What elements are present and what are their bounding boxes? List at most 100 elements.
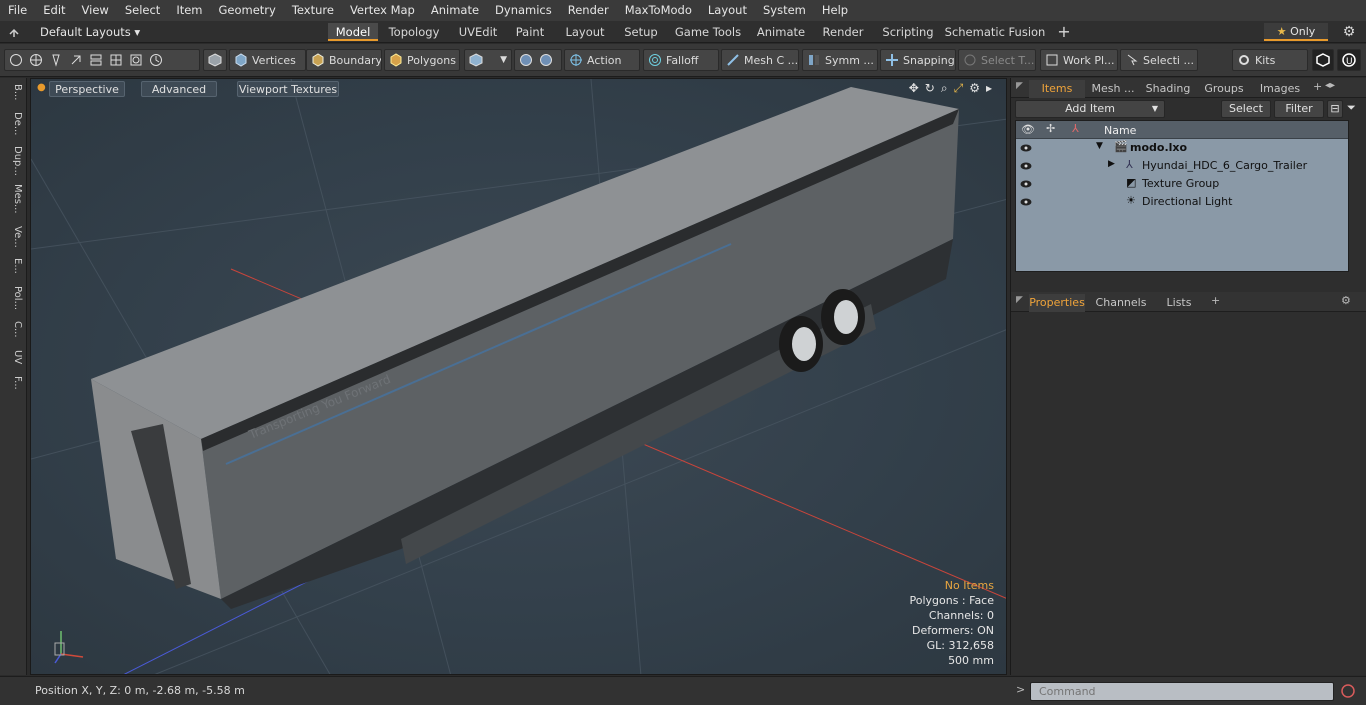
fit-icon[interactable]: ⤢ <box>954 81 964 96</box>
viewport-menu-arrow-icon[interactable]: ▸ <box>986 81 992 96</box>
symmetry-button[interactable]: Symm ... <box>802 49 878 71</box>
menu-help[interactable]: Help <box>814 0 856 21</box>
menu-texture[interactable]: Texture <box>284 0 342 21</box>
record-icon[interactable] <box>1340 683 1356 699</box>
tab-channels[interactable]: Channels <box>1091 294 1151 312</box>
eye-icon[interactable] <box>1020 160 1032 172</box>
add-panel-tab-icon[interactable]: + <box>1211 294 1220 307</box>
unity-button[interactable] <box>1312 49 1334 71</box>
grid-icon[interactable] <box>109 53 123 67</box>
tab-properties[interactable]: Properties <box>1029 294 1085 312</box>
snapping-button[interactable]: Snapping <box>880 49 956 71</box>
zoom-icon[interactable]: ⌕ <box>941 81 948 96</box>
list-options-icon[interactable]: ⊟ <box>1327 100 1343 118</box>
advanced-button[interactable]: Advanced <box>141 81 217 97</box>
eye-icon[interactable] <box>1020 142 1032 154</box>
rotate-icon[interactable]: ↻ <box>925 81 935 96</box>
filter-button[interactable]: Filter <box>1274 100 1324 118</box>
left-tab-curve[interactable]: C... <box>3 321 23 338</box>
layouts-selector[interactable]: Default Layouts ▾ <box>0 21 140 43</box>
globe-icon[interactable] <box>29 53 43 67</box>
menu-animate[interactable]: Animate <box>423 0 487 21</box>
left-tab-fusion[interactable]: F... <box>3 376 23 390</box>
name-column-header[interactable]: Name <box>1104 124 1136 137</box>
menu-system[interactable]: System <box>755 0 814 21</box>
menu-view[interactable]: View <box>74 0 117 21</box>
item-mode-button[interactable] <box>203 49 227 71</box>
layers-icon[interactable] <box>89 53 103 67</box>
tab-uvedit[interactable]: UVEdit <box>450 23 506 41</box>
list-item-scene[interactable]: ▼ 🎬 modo.lxo <box>1016 139 1348 157</box>
list-item-texture-group[interactable]: ◩ Texture Group <box>1016 175 1348 193</box>
tab-topology[interactable]: Topology <box>381 23 447 41</box>
boundary-button[interactable]: Boundary <box>306 49 382 71</box>
list-item-mesh[interactable]: ▶ ⅄ Hyundai_HDC_6_Cargo_Trailer <box>1016 157 1348 175</box>
only-toggle[interactable]: ★ Only <box>1264 23 1328 41</box>
add-panel-tab-icon[interactable]: + <box>1313 80 1322 93</box>
tab-layout[interactable]: Layout <box>554 23 616 41</box>
add-item-button[interactable]: Add Item ▼ <box>1015 100 1165 118</box>
eye-icon[interactable] <box>1020 178 1032 190</box>
add-tab-icon[interactable]: + <box>1054 23 1074 41</box>
sym-b-icon[interactable] <box>539 53 553 67</box>
tab-render[interactable]: Render <box>812 23 874 41</box>
tab-paint[interactable]: Paint <box>509 23 551 41</box>
menu-geometry[interactable]: Geometry <box>211 0 284 21</box>
list-item-light[interactable]: ☀ Directional Light <box>1016 193 1348 211</box>
viewport-textures-button[interactable]: Viewport Textures <box>237 81 339 97</box>
lasso-icon[interactable] <box>69 53 83 67</box>
material-mode-button[interactable]: ▼ <box>464 49 512 71</box>
visibility-col-icon[interactable]: 👁 <box>1021 123 1035 136</box>
panel-more-icon[interactable]: ◂▸ <box>1325 80 1335 91</box>
left-tab-deform[interactable]: De... <box>3 112 23 135</box>
tab-setup[interactable]: Setup <box>619 23 663 41</box>
tab-items[interactable]: Items <box>1029 80 1085 98</box>
tab-scripting[interactable]: Scripting <box>877 23 939 41</box>
command-input[interactable] <box>1030 682 1334 701</box>
circle-select-icon[interactable] <box>9 53 23 67</box>
left-tab-edge[interactable]: E... <box>3 258 23 274</box>
sym-a-icon[interactable] <box>519 53 533 67</box>
gear-icon[interactable]: ⚙ <box>1340 23 1358 41</box>
left-tab-polygon[interactable]: Pol... <box>3 286 23 310</box>
lock-col-icon[interactable]: ✢ <box>1046 122 1055 135</box>
square-select-icon[interactable] <box>129 53 143 67</box>
menu-select[interactable]: Select <box>117 0 168 21</box>
left-tab-uv[interactable]: UV <box>3 350 23 364</box>
funnel-icon[interactable]: ⏷ <box>1347 101 1356 115</box>
menu-file[interactable]: File <box>0 0 35 21</box>
type-col-icon[interactable]: ⅄ <box>1072 122 1079 135</box>
tab-game-tools[interactable]: Game Tools <box>666 23 750 41</box>
action-center-button[interactable]: Action <box>564 49 640 71</box>
mesh-constraints-button[interactable]: Mesh C ... <box>721 49 799 71</box>
selection-sets-button[interactable]: Selecti ... <box>1120 49 1198 71</box>
expand-arrow-icon[interactable]: ▼ <box>1096 141 1103 151</box>
left-tab-duplicate[interactable]: Dup... <box>3 146 23 176</box>
select-button[interactable]: Select <box>1221 100 1271 118</box>
tab-groups[interactable]: Groups <box>1197 80 1251 98</box>
left-tab-mesh[interactable]: Mes... <box>3 184 23 214</box>
left-tab-basic[interactable]: B... <box>3 84 23 100</box>
menu-vertex-map[interactable]: Vertex Map <box>342 0 423 21</box>
item-list[interactable]: 👁 ✢ ⅄ Name ▼ 🎬 modo.lxo ▶ ⅄ Hyundai_HDC_… <box>1015 120 1349 272</box>
work-plane-button[interactable]: Work Pl... <box>1040 49 1118 71</box>
vertices-button[interactable]: Vertices <box>229 49 306 71</box>
perspective-button[interactable]: Perspective <box>49 81 125 97</box>
tab-animate[interactable]: Animate <box>753 23 809 41</box>
left-tab-vertex[interactable]: Ve... <box>3 226 23 248</box>
tab-shading[interactable]: Shading <box>1141 80 1195 98</box>
tab-mesh[interactable]: Mesh ... <box>1087 80 1139 98</box>
menu-maxtomodo[interactable]: MaxToModo <box>617 0 700 21</box>
menu-dynamics[interactable]: Dynamics <box>487 0 560 21</box>
tab-schematic-fusion[interactable]: Schematic Fusion <box>942 23 1048 41</box>
pen-icon[interactable] <box>49 53 63 67</box>
menu-item[interactable]: Item <box>168 0 210 21</box>
panel-collapse-icon[interactable]: ◤ <box>1016 81 1023 91</box>
expand-arrow-icon[interactable]: ▶ <box>1108 159 1115 169</box>
panel-collapse-icon[interactable]: ◤ <box>1016 295 1023 305</box>
unreal-button[interactable]: U <box>1337 49 1361 71</box>
falloff-button[interactable]: Falloff <box>643 49 719 71</box>
menu-render[interactable]: Render <box>560 0 617 21</box>
3d-viewport[interactable]: Transporting You Forward ● Perspective A… <box>30 78 1007 675</box>
tab-images[interactable]: Images <box>1253 80 1307 98</box>
